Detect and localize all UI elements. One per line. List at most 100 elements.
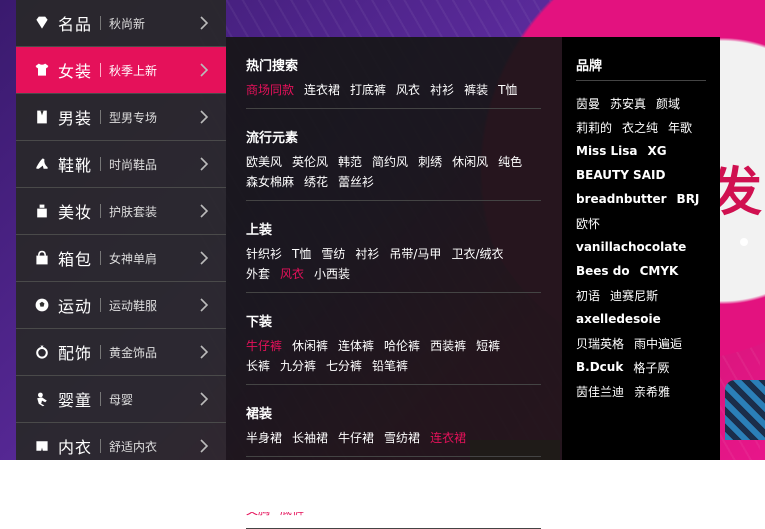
subcategory-link[interactable]: 风衣	[396, 80, 420, 100]
brand-link[interactable]: 茵曼	[576, 95, 600, 112]
brand-link[interactable]: 苏安真	[610, 95, 646, 112]
subcategory-link[interactable]: 韩范	[338, 152, 362, 172]
category-name: 名品	[58, 15, 93, 34]
subcategory-link[interactable]: 刺绣	[418, 152, 442, 172]
chevron-right-icon	[200, 298, 209, 312]
subcategory-link[interactable]: 外套	[246, 264, 270, 284]
category-item[interactable]: 鞋靴 时尚鞋品	[16, 141, 226, 188]
subcategory-link[interactable]: 西装裤	[430, 336, 466, 356]
category-item[interactable]: 箱包 女神单肩	[16, 235, 226, 282]
high-heel-icon	[34, 156, 50, 172]
subcategory-link[interactable]: 九分裤	[280, 356, 316, 376]
brand-link[interactable]: XG	[648, 144, 667, 158]
subcategory-link[interactable]: 衬衫	[430, 80, 454, 100]
category-subtitle: 秋尚新	[109, 16, 146, 31]
subcategory-link[interactable]: 休闲裤	[292, 336, 328, 356]
brand-row: B.Dcuk 格子厥	[576, 355, 720, 379]
category-name: 男装	[58, 109, 93, 128]
brand-link[interactable]: 初语	[576, 287, 600, 304]
brand-link[interactable]: Bees do	[576, 264, 630, 278]
subcategory-link[interactable]: 雪纺裙	[384, 428, 420, 448]
chevron-right-icon	[200, 63, 209, 77]
subcategory-link[interactable]: 绣花	[304, 172, 328, 192]
subcategory-link[interactable]: 七分裤	[326, 356, 362, 376]
category-item[interactable]: 男装 型男专场	[16, 94, 226, 141]
subcategory-link[interactable]: 牛仔裙	[338, 428, 374, 448]
brand-link[interactable]: Miss Lisa	[576, 144, 638, 158]
category-item[interactable]: 女装 秋季上新	[16, 47, 226, 94]
subcategory-link[interactable]: 连衣裙	[304, 80, 340, 100]
subcategory-link[interactable]: 蕾丝衫	[338, 172, 374, 192]
chevron-right-icon	[200, 204, 209, 218]
category-item[interactable]: 名品 秋尚新	[16, 0, 226, 47]
subcategory-link[interactable]: 长袖裙	[292, 428, 328, 448]
subcategory-link[interactable]: 简约风	[372, 152, 408, 172]
category-name: 箱包	[58, 250, 93, 269]
subcategory-link[interactable]: 牛仔裤	[246, 336, 282, 356]
brand-link[interactable]: 贝瑞英格	[576, 335, 624, 352]
category-item[interactable]: 婴童 母婴	[16, 376, 226, 423]
subcategory-link[interactable]: 卫衣/绒衣	[451, 244, 503, 264]
brand-link[interactable]: 颜域	[656, 95, 680, 112]
subcategory-link[interactable]: 纯色	[498, 152, 522, 172]
subcategory-link[interactable]: 半身裙	[246, 428, 282, 448]
subcategory-link[interactable]: 风衣	[280, 264, 304, 284]
section-title: 热门搜索	[246, 59, 299, 74]
subcategory-link[interactable]: 铅笔裤	[372, 356, 408, 376]
subcategory-link[interactable]: 欧美风	[246, 152, 282, 172]
brand-link[interactable]: 年歌	[668, 119, 692, 136]
divider	[100, 63, 102, 77]
subcategory-link[interactable]: 吊带/马甲	[389, 244, 441, 264]
subcategory-link[interactable]: 衬衫	[355, 244, 379, 264]
divider	[100, 110, 102, 124]
underwear-icon	[34, 438, 50, 454]
brand-link[interactable]: 欧怀	[576, 215, 600, 232]
soccer-ball-icon	[34, 297, 50, 313]
brand-link[interactable]: axelledesoie	[576, 312, 661, 326]
subcategory-link[interactable]: 英伦风	[292, 152, 328, 172]
category-item[interactable]: 运动 运动鞋服	[16, 282, 226, 329]
brand-link[interactable]: breadnbutter	[576, 192, 667, 206]
chevron-right-icon	[200, 110, 209, 124]
subcategory-link[interactable]: 哈伦裤	[384, 336, 420, 356]
subcategory-link[interactable]: T恤	[498, 80, 517, 100]
section-title: 流行元素	[246, 131, 299, 146]
divider	[100, 298, 102, 312]
brand-link[interactable]: B.Dcuk	[576, 360, 623, 374]
brand-link[interactable]: 亲希雅	[634, 383, 670, 400]
section-title: 上装	[246, 223, 273, 238]
brand-link[interactable]: 迪赛尼斯	[610, 287, 658, 304]
subcategory-link[interactable]: 雪纺	[321, 244, 345, 264]
brand-link[interactable]: 莉莉的	[576, 119, 612, 136]
category-name: 美妆	[58, 203, 93, 222]
subcategory-link[interactable]: 小西装	[314, 264, 350, 284]
subcategory-link[interactable]: 商场同款	[246, 80, 294, 100]
brand-link[interactable]: BEAUTY SAID	[576, 168, 665, 182]
subcategory-link[interactable]: 连体裤	[338, 336, 374, 356]
brand-link[interactable]: vanillachocolate	[576, 240, 686, 254]
brand-link[interactable]: 衣之纯	[622, 119, 658, 136]
subcategory-link[interactable]: 休闲风	[452, 152, 488, 172]
brand-link[interactable]: CMYK	[640, 264, 679, 278]
brand-row: 初语 迪赛尼斯	[576, 283, 720, 307]
brand-link[interactable]: 雨中遍逅	[634, 335, 682, 352]
subcategory-link[interactable]: 连衣裙	[430, 428, 466, 448]
category-item[interactable]: 配饰 黄金饰品	[16, 329, 226, 376]
subcategory-link[interactable]: 打底裤	[350, 80, 386, 100]
category-item[interactable]: 美妆 护肤套装	[16, 188, 226, 235]
subcategory-link[interactable]: 长裤	[246, 356, 270, 376]
brand-link[interactable]: BRJ	[677, 192, 700, 206]
brand-link[interactable]: 茵佳兰迪	[576, 383, 624, 400]
subcategory-link[interactable]: 森女棉麻	[246, 172, 294, 192]
category-subtitle: 时尚鞋品	[109, 157, 158, 172]
subcategory-link[interactable]: 短裤	[476, 336, 500, 356]
category-name: 内衣	[58, 438, 93, 457]
subcategory-link[interactable]: 针织衫	[246, 244, 282, 264]
category-subtitle: 母婴	[109, 392, 134, 407]
brand-row: 欧怀	[576, 211, 720, 235]
subcategory-link[interactable]: T恤	[292, 244, 311, 264]
subcategory-link[interactable]: 裤装	[464, 80, 488, 100]
bottom-strip	[0, 460, 765, 512]
section-links: 牛仔裤 休闲裤 连体裤 哈伦裤 西装裤 短裤长裤 九分裤 七分裤 铅笔裤	[246, 336, 541, 376]
brand-link[interactable]: 格子厥	[633, 359, 669, 376]
